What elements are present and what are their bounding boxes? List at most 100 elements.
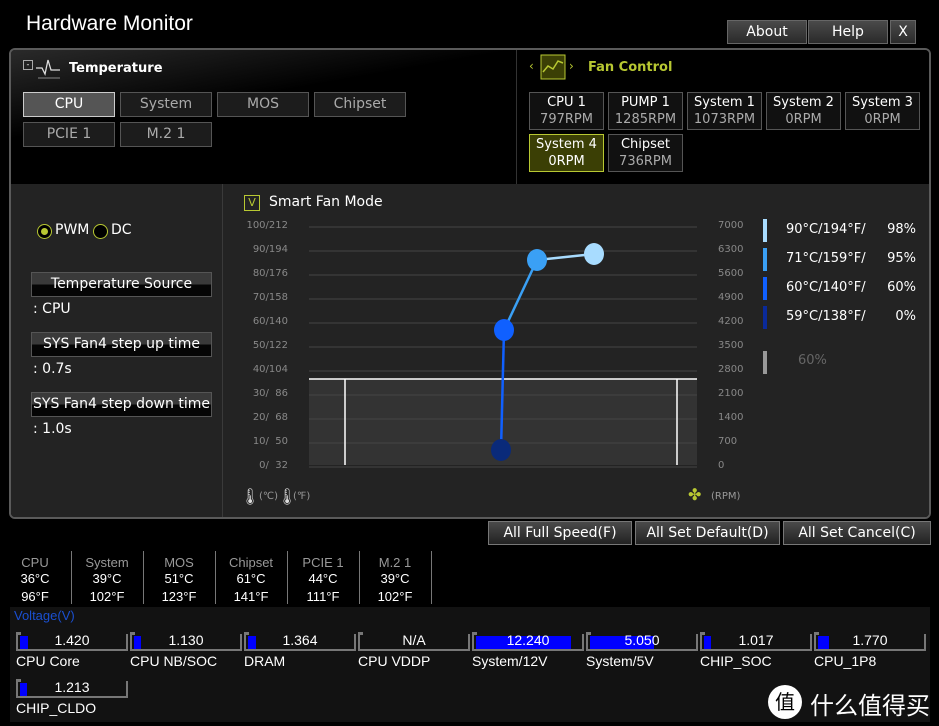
legend-swatch — [763, 306, 767, 329]
voltage-item: 1.213 CHIP_CLDO — [16, 679, 128, 716]
current-percent: 60% — [798, 353, 827, 368]
voltage-label: System/5V — [586, 653, 654, 669]
temp-c: 39°C — [92, 571, 122, 586]
temp-f: 102°F — [377, 589, 413, 604]
temp-f: 96°F — [21, 589, 49, 604]
right-tick-label: 5600 — [718, 268, 744, 279]
divider — [215, 551, 216, 604]
temp-name: PCIE 1 — [302, 555, 344, 570]
legend-percent: 95% — [887, 251, 916, 266]
left-tick-label: 80/176 — [252, 268, 288, 279]
left-tick-label: 20/ 68 — [252, 412, 288, 423]
voltage-label: CPU Core — [16, 653, 80, 669]
voltage-value: N/A — [402, 632, 426, 648]
temp-readout-0: CPU 36°C 96°F — [5, 555, 65, 605]
left-tick-label: 10/ 50 — [252, 436, 288, 447]
temp-c: 36°C — [20, 571, 50, 586]
temp-c: 39°C — [380, 571, 410, 586]
right-tick-label: 4200 — [718, 316, 744, 327]
right-tick-label: 6300 — [718, 244, 744, 255]
legend-swatch — [763, 219, 767, 242]
temp-c: 61°C — [236, 571, 266, 586]
right-tick-label: 2100 — [718, 388, 744, 399]
temp-readout-5: M.2 1 39°C 102°F — [365, 555, 425, 605]
left-tick-label: 30/ 86 — [252, 388, 288, 399]
legend-percent: 0% — [895, 309, 916, 324]
temp-f: 141°F — [233, 589, 269, 604]
left-tick-label: 90/194 — [252, 244, 288, 255]
temp-f: 123°F — [161, 589, 197, 604]
curve-point-3[interactable] — [527, 249, 547, 271]
left-tick-label: 60/140 — [252, 316, 288, 327]
curve-point-2[interactable] — [494, 319, 514, 341]
temp-name: CPU — [21, 555, 49, 570]
legend-percent: 98% — [887, 222, 916, 237]
voltage-item: 1.017 CHIP_SOC — [700, 632, 812, 669]
temp-name: MOS — [164, 555, 194, 570]
voltage-header: Voltage(V) — [14, 608, 75, 623]
voltage-item: 5.050 System/5V — [586, 632, 698, 669]
right-tick-label: 0 — [718, 460, 725, 471]
divider — [71, 551, 72, 604]
temp-name: Chipset — [228, 555, 274, 570]
left-tick-label: 100/212 — [246, 220, 288, 231]
legend-temp: 60°C/140°F/ — [786, 280, 866, 295]
divider — [287, 551, 288, 604]
voltage-item: 1.364 DRAM — [244, 632, 356, 669]
left-tick-label: 0/ 32 — [259, 460, 288, 471]
voltage-value: 1.420 — [54, 632, 90, 648]
legend-temp: 59°C/138°F/ — [786, 309, 866, 324]
temp-c: 44°C — [308, 571, 338, 586]
curve-segment — [502, 259, 539, 331]
temp-name: M.2 1 — [378, 555, 412, 570]
left-tick-label: 70/158 — [252, 292, 288, 303]
temp-readout-1: System 39°C 102°F — [77, 555, 137, 605]
curve-point-4[interactable] — [584, 243, 604, 265]
temp-c: 51°C — [164, 571, 194, 586]
voltage-label: CHIP_SOC — [700, 653, 772, 669]
temp-readout-3: Chipset 61°C 141°F — [221, 555, 281, 605]
voltage-value: 1.364 — [282, 632, 318, 648]
legend-percent: 60% — [887, 280, 916, 295]
voltage-item: N/A CPU VDDP — [358, 632, 470, 669]
divider — [143, 551, 144, 604]
voltage-item: 1.130 CPU NB/SOC — [130, 632, 242, 669]
voltage-value: 1.770 — [852, 632, 888, 648]
right-tick-label: 2800 — [718, 364, 744, 375]
voltage-value: 1.017 — [738, 632, 774, 648]
voltage-value: 12.240 — [506, 632, 550, 648]
left-tick-label: 50/122 — [252, 340, 288, 351]
voltage-item: 12.240 System/12V — [472, 632, 584, 669]
voltage-label: System/12V — [472, 653, 548, 669]
voltage-label: CPU NB/SOC — [130, 653, 218, 669]
divider — [359, 551, 360, 604]
curve-point-1[interactable] — [491, 439, 511, 461]
all-full-speed-button[interactable]: All Full Speed(F) — [488, 521, 632, 545]
right-tick-label: 1400 — [718, 412, 744, 423]
voltage-label: DRAM — [244, 653, 286, 669]
voltage-value: 1.213 — [54, 679, 90, 695]
watermark-logo: 值 — [768, 685, 802, 719]
right-tick-label: 3500 — [718, 340, 744, 351]
temp-f: 102°F — [89, 589, 125, 604]
voltage-label: CPU VDDP — [358, 653, 431, 669]
legend-swatch — [763, 277, 767, 300]
voltage-value: 5.050 — [624, 632, 660, 648]
voltage-label: CPU_1P8 — [814, 653, 877, 669]
legend-temp: 90°C/194°F/ — [786, 222, 866, 237]
left-tick-label: 40/104 — [252, 364, 288, 375]
right-tick-label: 700 — [718, 436, 738, 447]
legend-temp: 71°C/159°F/ — [786, 251, 866, 266]
all-set-cancel-button[interactable]: All Set Cancel(C) — [783, 521, 931, 545]
right-tick-label: 7000 — [718, 220, 744, 231]
all-set-default-button[interactable]: All Set Default(D) — [635, 521, 780, 545]
divider — [431, 551, 432, 604]
temp-readout-4: PCIE 1 44°C 111°F — [293, 555, 353, 605]
temp-readout-2: MOS 51°C 123°F — [149, 555, 209, 605]
watermark-text: 什么值得买 — [810, 692, 930, 720]
legend-swatch — [763, 248, 767, 271]
voltage-item: 1.420 CPU Core — [16, 632, 128, 669]
temp-f: 111°F — [306, 589, 340, 604]
voltage-item: 1.770 CPU_1P8 — [814, 632, 926, 669]
temp-name: System — [85, 555, 129, 570]
